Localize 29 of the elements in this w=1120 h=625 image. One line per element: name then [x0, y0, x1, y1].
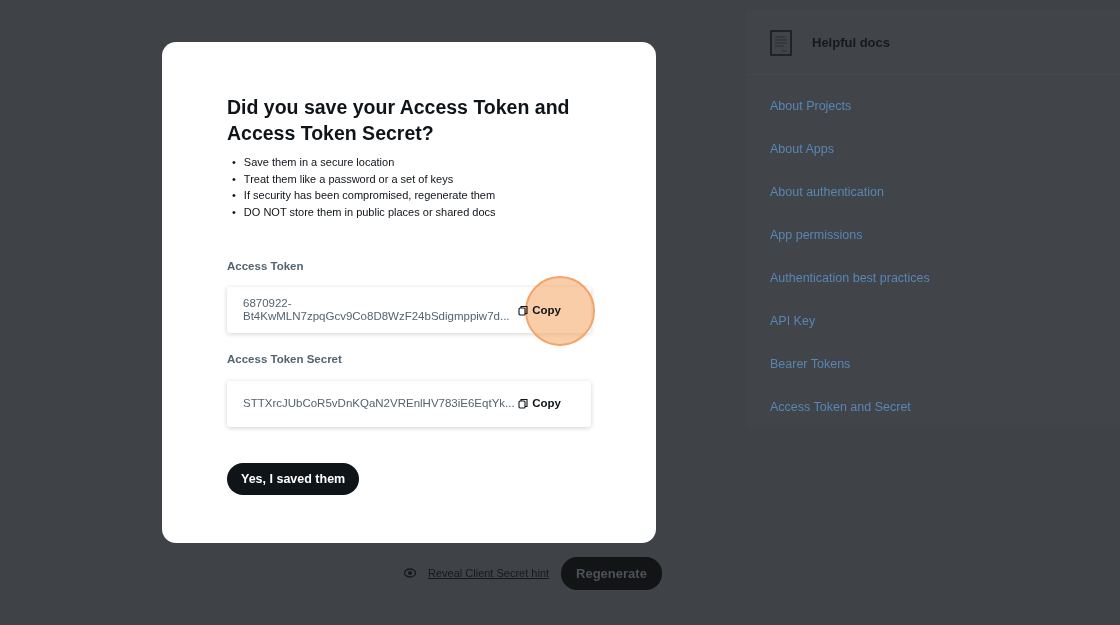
doc-link[interactable]: API Key: [770, 300, 1096, 343]
doc-link[interactable]: About authentication: [770, 171, 1096, 214]
tip-text: If security has been compromised, regenerate them: [243, 188, 496, 203]
copy-icon: [518, 398, 529, 409]
doc-link[interactable]: App permissions: [770, 214, 1096, 257]
copy-button[interactable]: Copy: [518, 394, 575, 413]
doc-link[interactable]: About Projects: [770, 85, 1096, 128]
tip-text: Save them in a secure location: [243, 155, 395, 170]
bullet: •: [232, 204, 236, 220]
token-value: STTXrcJUbCoR5vDnKQaN2VREnlHV783iE6EqtYk...: [243, 397, 515, 410]
bullet: •: [232, 155, 236, 170]
field-label: Access Token: [227, 259, 305, 274]
eye-icon: [404, 568, 416, 579]
copy-button[interactable]: Copy: [518, 301, 575, 319]
doc-link[interactable]: Bearer Tokens: [770, 343, 1096, 386]
tip-text: Treat them like a password or a set of keys: [243, 171, 454, 187]
bullet: •: [232, 188, 236, 203]
regenerate-button[interactable]: Regenerate: [561, 556, 662, 590]
doc-link[interactable]: About Apps: [770, 128, 1096, 171]
field-label: Access Token Secret: [227, 352, 343, 368]
tip-text: DO NOT store them in public places or shared docs: [243, 204, 496, 220]
confirm-button[interactable]: Yes, I saved them: [227, 462, 360, 496]
doc-link[interactable]: Access Token and Secret: [770, 386, 1096, 429]
document-icon: [770, 30, 792, 56]
doc-link[interactable]: Authentication best practices: [770, 257, 1096, 300]
token-value: 6870922- Bt4KwMLN7zpqGcv9Co8D8WzF24bSdigmppiw7d...: [243, 297, 510, 324]
copy-icon: [518, 304, 529, 316]
dialog-title: Did you save your Access Token and Access Token Secret?: [227, 95, 571, 146]
bullet: •: [232, 171, 236, 187]
